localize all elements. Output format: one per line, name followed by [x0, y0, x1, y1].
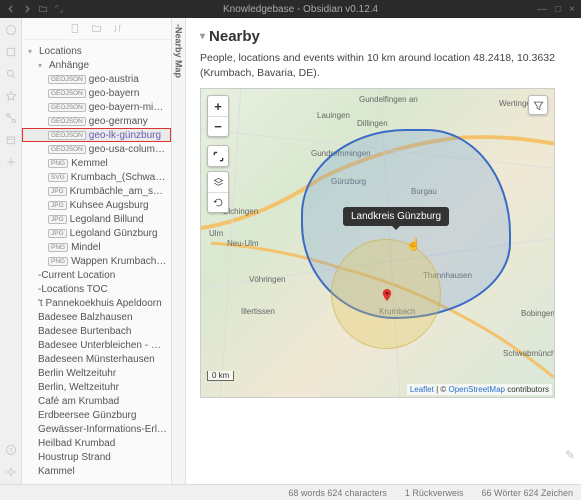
tree-item[interactable]: Gewässer-Informations-Erlebnis-Pf [22, 422, 171, 436]
tree-item[interactable]: GEOJSONgeo-usa-columbus [22, 142, 171, 156]
tree-item[interactable]: Houstrup Strand [22, 450, 171, 464]
back-icon[interactable] [6, 4, 16, 14]
leaflet-link[interactable]: Leaflet [410, 385, 434, 394]
settings-icon[interactable] [5, 466, 17, 478]
titlebar: Knowledgebase - Obsidian v0.12.4 — □ × [0, 0, 581, 18]
zoom-in-button[interactable]: + [208, 96, 228, 116]
maximize-icon[interactable]: □ [555, 4, 561, 15]
status-words-de: 66 Wörter 624 Zeichen [481, 488, 573, 498]
window-title: Knowledgebase - Obsidian v0.12.4 [64, 4, 537, 15]
search-icon[interactable] [5, 68, 17, 80]
map-scale: 0 km [207, 371, 234, 381]
tree-item[interactable]: Kammel [22, 464, 171, 478]
map-marker-icon[interactable] [381, 289, 393, 301]
vault-icon[interactable] [5, 24, 17, 36]
tree-item[interactable]: GEOJSONgeo-bayern [22, 86, 171, 100]
calendar-icon[interactable] [5, 134, 17, 146]
folder-icon[interactable] [38, 4, 48, 14]
tree-item[interactable]: PNGWappen Krumbach (Schwabe [22, 254, 171, 268]
tree-item[interactable]: -Locations TOC [22, 282, 171, 296]
status-backlinks: 1 Rückverweis [405, 488, 464, 498]
map-cursor-icon: ☝ [406, 237, 421, 251]
file-explorer: ▾Locations▾AnhängeGEOJSONgeo-austriaGEOJ… [22, 18, 172, 484]
zoom-controls: + − [207, 95, 229, 137]
map-tools-b [207, 171, 229, 213]
map-city-label: Bobingen [521, 309, 555, 318]
explorer-icon[interactable] [5, 46, 17, 58]
sort-icon[interactable] [112, 23, 123, 34]
tree-item[interactable]: Badesee Burtenbach [22, 324, 171, 338]
close-icon[interactable]: × [569, 4, 575, 15]
map-city-label: Gundelfingen an [359, 95, 418, 104]
tree-item[interactable]: Heilbad Krumbad [22, 436, 171, 450]
new-note-icon[interactable] [70, 23, 81, 34]
fullscreen-icon[interactable] [208, 146, 228, 166]
tree-item[interactable]: -Current Location [22, 268, 171, 282]
tree-item[interactable]: Erdbeersee Günzburg [22, 408, 171, 422]
svg-text:?: ? [9, 448, 13, 454]
tree-item[interactable]: Berlin, Weltzeituhr [22, 380, 171, 394]
expand-icon[interactable] [54, 4, 64, 14]
layers-icon[interactable] [208, 172, 228, 192]
leaflet-map[interactable]: Gundelfingen anWertingenLauingenDillinge… [200, 88, 555, 398]
status-words: 68 words 624 characters [288, 488, 387, 498]
tree-item[interactable]: ▾Anhänge [22, 58, 171, 72]
map-city-label: Dillingen [357, 119, 388, 128]
osm-link[interactable]: OpenStreetMap [448, 385, 504, 394]
tree-item[interactable]: GEOJSONgeo-bayern-minified [22, 100, 171, 114]
map-city-label: Schwabmünchen [503, 349, 555, 358]
minimize-icon[interactable]: — [537, 4, 547, 15]
tree-item[interactable]: JPGKuhsee Augsburg [22, 198, 171, 212]
tree-item[interactable]: Berlin Weltzeituhr [22, 366, 171, 380]
tree-item[interactable]: 't Pannekoekhuis Apeldoorn [22, 296, 171, 310]
tree-item[interactable]: PNGKemmel [22, 156, 171, 170]
tree-item[interactable]: PNGMindel [22, 240, 171, 254]
map-city-label: Ulm [209, 229, 223, 238]
tree-item[interactable]: JPGLegoland Günzburg [22, 226, 171, 240]
map-attribution: Leaflet | © OpenStreetMap contributors [407, 384, 552, 395]
page-heading: ▾Nearby [200, 28, 567, 45]
collapse-icon[interactable]: ▾ [200, 31, 205, 42]
map-city-label: Vöhringen [249, 275, 285, 284]
file-tree[interactable]: ▾Locations▾AnhängeGEOJSONgeo-austriaGEOJ… [22, 40, 171, 484]
page-intro: People, locations and events within 10 k… [200, 51, 567, 80]
tree-item[interactable]: Badeseen Münsterhausen [22, 352, 171, 366]
map-city-label: Neu-Ulm [227, 239, 259, 248]
map-city-label: Lauingen [317, 111, 350, 120]
edit-icon[interactable]: ✎ [565, 448, 575, 462]
content-pane: ▾Nearby People, locations and events wit… [186, 18, 581, 484]
graph-icon[interactable] [5, 112, 17, 124]
forward-icon[interactable] [22, 4, 32, 14]
tree-item[interactable]: Badesee Balzhausen [22, 310, 171, 324]
map-tools-a [207, 145, 229, 167]
tree-item[interactable]: Badesee Unterbleichen - Oberegg [22, 338, 171, 352]
tree-item[interactable]: SVGKrumbach_(Schwaben)_in_GZ [22, 170, 171, 184]
reset-icon[interactable] [208, 192, 228, 212]
tree-item[interactable]: JPGKrumbächle_am_südlichen_O [22, 184, 171, 198]
pane-spine[interactable]: -Nearby Map [172, 18, 186, 484]
tree-item-selected[interactable]: GEOJSONgeo-lk-günzburg [22, 128, 171, 142]
zoom-out-button[interactable]: − [208, 116, 228, 136]
star-icon[interactable] [5, 90, 17, 102]
help-icon[interactable]: ? [5, 444, 17, 456]
tree-item[interactable]: ▾Locations [22, 44, 171, 58]
new-folder-icon[interactable] [91, 23, 102, 34]
left-rail: ? [0, 18, 22, 484]
tree-item[interactable]: JPGLegoland Billund [22, 212, 171, 226]
tree-item[interactable]: GEOJSONgeo-austria [22, 72, 171, 86]
open-icon[interactable] [5, 156, 17, 168]
map-tooltip: Landkreis Günzburg [343, 207, 449, 226]
map-city-label: Illertissen [241, 307, 275, 316]
filter-icon[interactable] [528, 95, 548, 115]
tree-item[interactable]: Café am Krumbad [22, 394, 171, 408]
statusbar: 68 words 624 characters 1 Rückverweis 66… [0, 484, 581, 500]
tree-item[interactable]: GEOJSONgeo-germany [22, 114, 171, 128]
